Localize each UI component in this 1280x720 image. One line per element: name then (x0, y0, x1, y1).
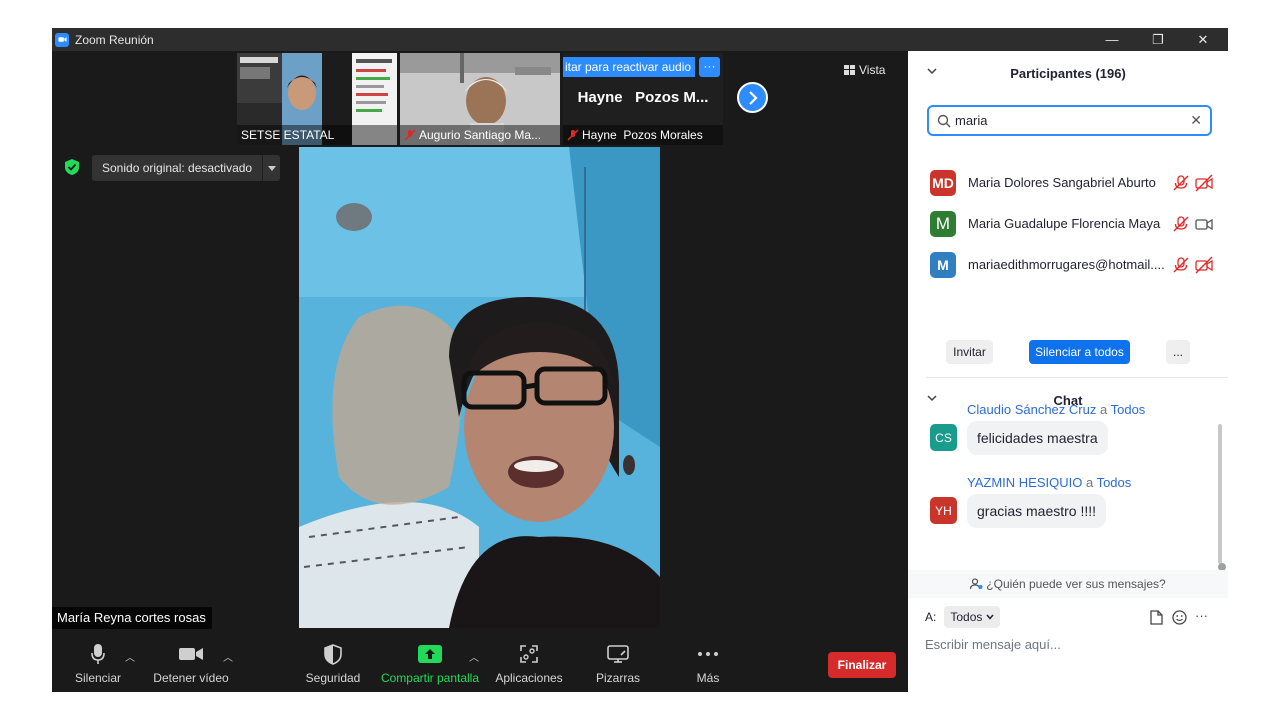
recipient-label: A: (925, 610, 937, 624)
search-icon (937, 114, 951, 127)
chat-message-input[interactable] (925, 637, 1215, 652)
clear-search-icon[interactable]: ✕ (1190, 112, 1202, 129)
participant-search-input[interactable] (955, 113, 1185, 128)
window-title: Zoom Reunión (75, 32, 154, 47)
mic-muted-icon (1173, 175, 1189, 191)
active-speaker-name: María Reyna cortes rosas (52, 607, 212, 629)
mic-muted-icon (567, 129, 579, 141)
more-dots-icon (698, 652, 718, 656)
participant-avatar: M (930, 251, 956, 278)
video-camera-icon (179, 648, 203, 660)
who-can-see-messages-link[interactable]: ¿Quién puede ver sus mensajes? (908, 570, 1228, 598)
unmute-banner[interactable]: itar para reactivar audio (563, 57, 695, 77)
participant-name: mariaedithmorrugares@hotmail.... (968, 257, 1165, 272)
minimize-button[interactable]: — (1089, 28, 1135, 51)
view-button[interactable]: Vista (844, 59, 900, 81)
whiteboards-button[interactable]: Pizarras (592, 639, 644, 692)
stop-video-button[interactable]: Detener vídeo (151, 639, 231, 692)
chat-connector: a (1099, 402, 1108, 417)
video-options-caret-icon[interactable]: ︿ (223, 649, 233, 664)
shield-icon (324, 643, 342, 665)
end-meeting-button[interactable]: Finalizar (828, 652, 896, 678)
whiteboard-icon (607, 645, 629, 663)
original-sound-dropdown[interactable] (262, 155, 280, 181)
chat-sender-line[interactable]: YAZMIN HESIQUIO a Todos (967, 475, 1131, 490)
participant-name: Maria Guadalupe Florencia Maya (968, 216, 1161, 231)
video-off-icon (1195, 256, 1213, 274)
participant-row[interactable]: M mariaedithmorrugares@hotmail.... (908, 244, 1228, 285)
meeting-toolbar: Silenciar ︿ Detener vídeo ︿ Seguridad Co… (52, 639, 908, 692)
chat-sender-line[interactable]: Claudio Sánchez Cruz a Todos (967, 402, 1145, 417)
mic-muted-icon (1173, 257, 1189, 273)
participants-header: Participantes (196) (908, 53, 1228, 93)
chat-avatar: CS (930, 424, 957, 451)
chat-recipient: Todos (1110, 402, 1146, 417)
next-page-button[interactable] (737, 82, 768, 113)
participant-display-name: Hayne Pozos M... (577, 89, 709, 106)
encryption-shield-icon[interactable] (64, 158, 80, 176)
participant-search-box[interactable]: ✕ (927, 105, 1212, 136)
panel-divider (926, 377, 1228, 378)
audio-options-caret-icon[interactable]: ︿ (125, 649, 135, 664)
mute-button[interactable]: Silenciar (71, 639, 125, 692)
chevron-down-icon (986, 614, 994, 620)
share-options-caret-icon[interactable]: ︿ (469, 649, 479, 664)
participant-name: Maria Dolores Sangabriel Aburto (968, 175, 1156, 190)
close-window-button[interactable]: ✕ (1180, 28, 1226, 51)
collapse-participants-chevron-icon[interactable] (926, 65, 938, 77)
thumbnail-setse-estatal[interactable]: SETSE ESTATAL (237, 53, 397, 145)
video-stage: SETSE ESTATAL Augurio Santiago Ma... ita… (52, 51, 908, 692)
chat-sender: Claudio Sánchez Cruz (967, 402, 1097, 417)
invite-button[interactable]: Invitar (946, 340, 993, 364)
participant-avatar: M (930, 210, 956, 237)
caret-down-icon (267, 165, 276, 171)
chat-message-bubble: felicidades maestra (967, 421, 1108, 455)
person-icon (970, 578, 983, 590)
chat-connector: a (1085, 475, 1094, 490)
chat-sender: YAZMIN HESIQUIO (967, 475, 1083, 490)
chat-recipient: Todos (1096, 475, 1132, 490)
apps-button[interactable]: Aplicaciones (491, 639, 567, 692)
emoji-icon[interactable] (1172, 610, 1187, 625)
participants-more-button[interactable]: ... (1166, 340, 1190, 364)
active-speaker-video (299, 147, 660, 628)
mute-all-button[interactable]: Silenciar a todos (1029, 340, 1130, 364)
chat-more-button[interactable]: ··· (1195, 608, 1208, 623)
speaker-video-frame (299, 147, 660, 628)
file-icon[interactable] (1150, 610, 1163, 625)
zoom-window: Zoom Reunión — ❐ ✕ SETSE ESTATAL Augurio… (52, 28, 1228, 692)
side-panel: Participantes (196) ✕ MD Maria Dolores S… (908, 51, 1228, 692)
participant-avatar: MD (930, 169, 956, 196)
participant-row[interactable]: M Maria Guadalupe Florencia Maya (908, 203, 1228, 244)
chat-message-bubble: gracias maestro !!!! (967, 494, 1107, 528)
thumbnail-hayne[interactable]: itar para reactivar audio ··· Hayne Pozo… (563, 53, 723, 145)
mic-muted-icon (1173, 216, 1189, 232)
chat-avatar: YH (930, 497, 957, 524)
grid-icon (844, 65, 855, 75)
video-off-icon (1195, 174, 1213, 192)
microphone-icon (91, 644, 105, 664)
share-screen-icon (418, 645, 442, 663)
chat-scrollbar[interactable] (1218, 424, 1222, 564)
collapse-chat-chevron-icon[interactable] (926, 392, 938, 404)
chat-recipient-row: A: Todos (925, 606, 1001, 628)
participant-row[interactable]: MD Maria Dolores Sangabriel Aburto (908, 162, 1228, 203)
video-on-icon (1195, 218, 1213, 231)
thumbnail-augurio[interactable]: Augurio Santiago Ma... (400, 53, 560, 145)
zoom-logo-icon (55, 32, 69, 47)
recipient-dropdown[interactable]: Todos (944, 606, 1001, 628)
share-screen-button[interactable]: Compartir pantalla (379, 639, 481, 692)
apps-icon (520, 645, 538, 663)
more-button[interactable]: Más (688, 639, 728, 692)
thumbnail-name: Augurio Santiago Ma... (400, 125, 560, 145)
thumbnail-more-button[interactable]: ··· (699, 57, 720, 77)
mic-muted-icon (404, 129, 416, 141)
thumbnail-name: SETSE ESTATAL (237, 125, 397, 145)
chevron-right-icon (748, 90, 758, 105)
thumbnail-name: Hayne Pozos Morales (563, 125, 723, 145)
title-bar: Zoom Reunión — ❐ ✕ (52, 28, 1228, 51)
security-button[interactable]: Seguridad (303, 639, 363, 692)
original-sound-toggle[interactable]: Sonido original: desactivado (92, 155, 281, 181)
restore-button[interactable]: ❐ (1135, 28, 1181, 51)
